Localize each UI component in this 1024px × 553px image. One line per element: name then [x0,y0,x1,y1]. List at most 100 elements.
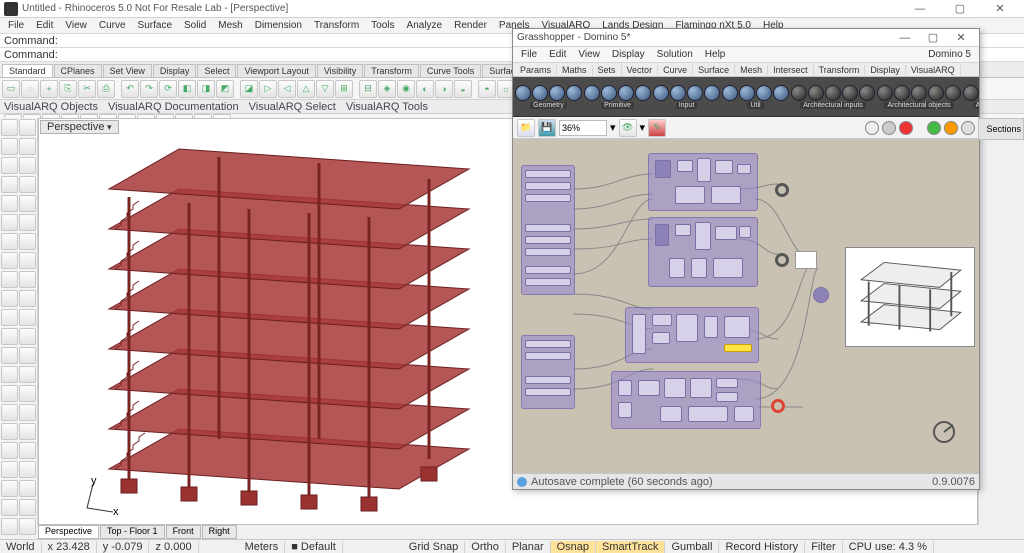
gh-menu-edit[interactable]: Edit [543,49,572,60]
toolbar-button[interactable]: ⎘ [59,80,77,98]
gh-cluster-output[interactable] [813,287,829,303]
gh-tab-intersect[interactable]: Intersect [768,65,814,75]
tool-button[interactable] [1,271,18,288]
gh-compass-icon[interactable] [929,417,959,447]
tool-button[interactable] [1,461,18,478]
menu-transform[interactable]: Transform [308,20,365,31]
view-tab-front[interactable]: Front [166,525,201,539]
toolbar-button[interactable]: ↷ [140,80,158,98]
gh-ribbon-button[interactable] [773,85,789,101]
gh-menu-display[interactable]: Display [606,49,651,60]
toolbar-button[interactable]: ◈ [378,80,396,98]
tool-button[interactable] [1,423,18,440]
gh-ribbon-button[interactable] [704,85,720,101]
toolbar-tab-display[interactable]: Display [153,64,197,77]
tool-button[interactable] [19,461,36,478]
toolbar-button[interactable]: ⊟ [359,80,377,98]
gh-menu-file[interactable]: File [515,49,543,60]
gh-component[interactable] [695,222,711,250]
gh-inputs-group-2[interactable] [521,335,575,409]
gh-component[interactable] [724,316,750,338]
gh-open-button[interactable]: 📁 [517,119,535,137]
gh-slider[interactable] [525,170,571,178]
status-layer[interactable]: ■ Default [285,541,343,553]
visualarq-tab[interactable]: VisualARQ Documentation [108,101,239,113]
gh-shade-2[interactable] [882,121,896,135]
gh-ribbon-button[interactable] [859,85,875,101]
tool-button[interactable] [19,138,36,155]
toolbar-button[interactable]: ◓ [478,80,496,98]
gh-slider[interactable] [525,340,571,348]
rhino-close-button[interactable]: ✕ [980,2,1020,15]
tool-button[interactable] [1,366,18,383]
gh-output-node-error[interactable] [771,399,785,413]
gh-output-node[interactable] [775,253,789,267]
view-tab-right[interactable]: Right [202,525,237,539]
gh-ribbon-button[interactable] [635,85,651,101]
gh-tab-mesh[interactable]: Mesh [735,65,768,75]
toolbar-button[interactable]: ◩ [216,80,234,98]
gh-component[interactable] [688,406,728,422]
menu-edit[interactable]: Edit [30,20,59,31]
gh-tab-sets[interactable]: Sets [593,65,622,75]
tool-button[interactable] [1,119,18,136]
toolbar-button[interactable]: ✂ [78,80,96,98]
gh-group[interactable] [611,371,761,429]
gh-ribbon-button[interactable] [722,85,738,101]
view-tab-perspective[interactable]: Perspective [38,525,99,539]
tool-button[interactable] [1,290,18,307]
gh-ribbon-button[interactable] [653,85,669,101]
toggle-gumball[interactable]: Gumball [665,541,719,553]
toggle-gridsnap[interactable]: Grid Snap [403,541,466,553]
tool-button[interactable] [19,309,36,326]
toolbar-tab-standard[interactable]: Standard [2,64,53,77]
gh-ribbon-button[interactable] [945,85,961,101]
toolbar-button[interactable]: ◌ [21,80,39,98]
gh-ribbon-button[interactable] [756,85,772,101]
gh-ribbon-button[interactable] [584,85,600,101]
tool-button[interactable] [19,252,36,269]
gh-slider[interactable] [525,376,571,384]
tool-button[interactable] [19,423,36,440]
gh-ribbon-button[interactable] [808,85,824,101]
toolbar-button[interactable]: △ [297,80,315,98]
gh-slider[interactable] [525,248,571,256]
tool-button[interactable] [1,176,18,193]
gh-ribbon-button[interactable] [842,85,858,101]
tool-button[interactable] [19,347,36,364]
gh-slider[interactable] [525,236,571,244]
toolbar-button[interactable]: ◐ [416,80,434,98]
tool-button[interactable] [19,366,36,383]
status-units[interactable]: Meters [239,541,286,553]
gh-component[interactable] [690,378,712,398]
toggle-ortho[interactable]: Ortho [465,541,506,553]
toolbar-tab-visibility[interactable]: Visibility [317,64,363,77]
gh-reference-image[interactable] [845,247,975,347]
sections-panel-tab[interactable]: Sections [978,118,1024,140]
toolbar-button[interactable]: ◑ [435,80,453,98]
gh-solver-2[interactable] [944,121,958,135]
gh-save-button[interactable]: 💾 [538,119,556,137]
gh-solver-1[interactable] [927,121,941,135]
gh-ribbon-button[interactable] [928,85,944,101]
gh-ribbon-button[interactable] [618,85,634,101]
menu-solid[interactable]: Solid [178,20,212,31]
toolbar-button[interactable]: ▭ [2,80,20,98]
tool-button[interactable] [19,290,36,307]
gh-output-node[interactable] [775,183,789,197]
menu-view[interactable]: View [59,20,93,31]
tool-button[interactable] [19,233,36,250]
gh-component[interactable] [632,314,646,354]
gh-menu-view[interactable]: View [572,49,606,60]
gh-tab-transform[interactable]: Transform [814,65,866,75]
tool-button[interactable] [1,442,18,459]
gh-tab-surface[interactable]: Surface [693,65,735,75]
gh-component[interactable] [655,160,671,178]
gh-tab-curve[interactable]: Curve [658,65,693,75]
gh-ribbon-button[interactable] [687,85,703,101]
gh-minimize-button[interactable]: — [891,32,919,44]
gh-tab-vector[interactable]: Vector [622,65,659,75]
gh-component[interactable] [734,406,754,422]
gh-sketch-button[interactable]: ✎ [648,119,666,137]
tool-button[interactable] [1,233,18,250]
